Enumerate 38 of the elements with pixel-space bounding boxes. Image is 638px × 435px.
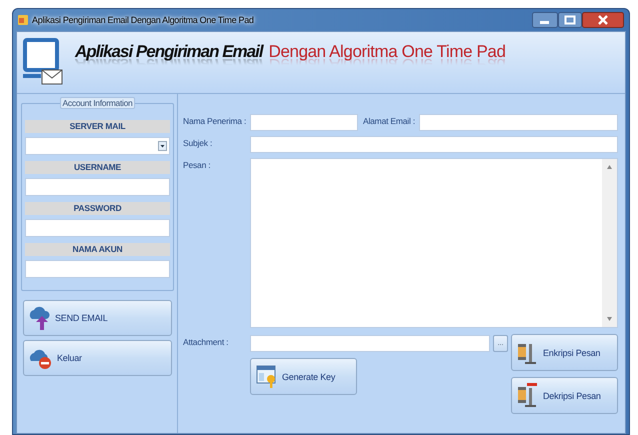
app-subtitle: Dengan Algoritma One Time Pad	[268, 42, 506, 62]
field-label: Nama Penerima :	[183, 115, 248, 128]
window-key-icon	[256, 364, 278, 388]
app-title: Aplikasi Pengiriman Email	[75, 42, 263, 62]
field-label: Subjek :	[183, 137, 214, 150]
field-label: PASSWORD	[25, 202, 170, 215]
scroll-up-icon	[607, 165, 612, 169]
field-label: Attachment :	[183, 336, 230, 349]
field-label: Alamat Email :	[363, 115, 416, 128]
field-label: Pesan :	[183, 159, 212, 172]
scroll-down-icon	[607, 317, 612, 321]
text-field[interactable]	[25, 260, 170, 278]
server-mail-dropdown[interactable]	[25, 137, 170, 155]
groupbox-title: Account Information	[60, 97, 136, 109]
text-field[interactable]	[25, 219, 170, 237]
generate-key-button[interactable]: Generate Key	[250, 358, 357, 395]
window-title: Aplikasi Pengiriman Email Dengan Algoritma One Time Pad	[32, 15, 255, 25]
minimize-icon[interactable]	[532, 12, 558, 28]
field-label: USERNAME	[25, 161, 170, 174]
encrypt-button[interactable]: Enkripsi Pesan	[511, 334, 618, 371]
decrypt-button[interactable]: Dekripsi Pesan	[511, 377, 618, 414]
cloud-upload-icon	[29, 305, 51, 331]
scrollbar[interactable]	[602, 159, 617, 327]
maximize-icon[interactable]	[558, 12, 582, 28]
message-textarea[interactable]	[250, 158, 618, 328]
exit-button[interactable]: Keluar	[23, 340, 172, 376]
send-email-button[interactable]: SEND EMAIL	[23, 300, 172, 336]
field-label: NAMA AKUN	[25, 243, 170, 256]
recipient-name-field[interactable]	[250, 114, 358, 131]
subject-field[interactable]	[250, 136, 618, 153]
attachment-field[interactable]	[250, 335, 490, 352]
email-address-field[interactable]	[419, 114, 618, 131]
monitor-envelope-icon	[23, 38, 65, 86]
close-icon[interactable]	[582, 12, 624, 28]
app-icon	[18, 15, 28, 25]
clamp-icon	[517, 382, 539, 408]
field-label: SERVER MAIL	[25, 120, 170, 133]
text-field[interactable]	[25, 178, 170, 196]
